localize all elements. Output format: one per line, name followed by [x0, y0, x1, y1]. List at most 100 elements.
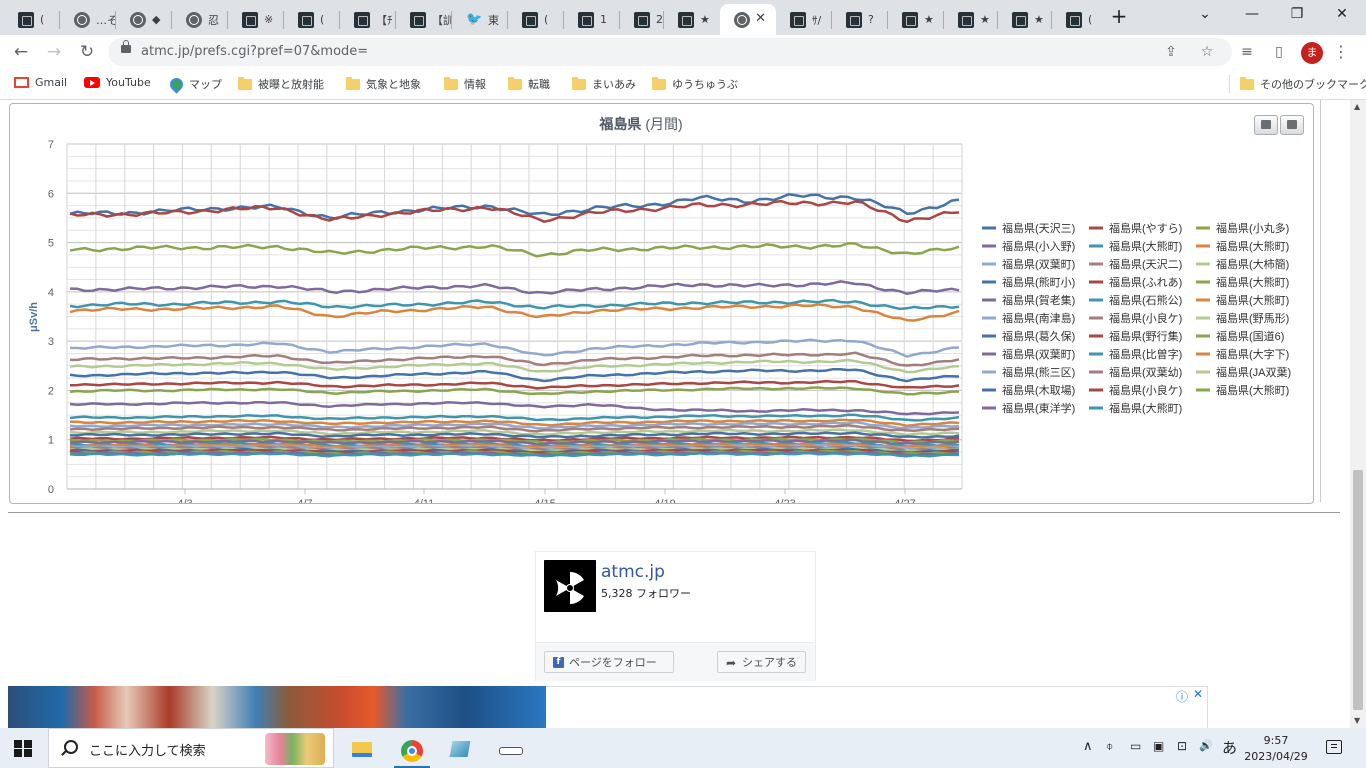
windows-start-icon[interactable]	[14, 740, 32, 757]
bookmark-item[interactable]: 被曝と放射能	[238, 76, 324, 92]
file-explorer-icon[interactable]	[340, 732, 384, 768]
vertical-scrollbar[interactable]: ▲ ▼	[1350, 100, 1366, 728]
legend-item[interactable]: 福島県(天沢三)	[982, 221, 1075, 235]
scroll-down-icon[interactable]: ▼	[1354, 716, 1360, 725]
close-window-button[interactable]: ✕	[1330, 6, 1354, 22]
media-control-icon[interactable]: ≡	[1236, 42, 1258, 62]
legend-item[interactable]: 福島県(葛久保)	[982, 329, 1075, 343]
tab[interactable]: 【ﾁ	[340, 4, 396, 35]
network-icon[interactable]: ▣	[1153, 739, 1164, 753]
new-tab-button[interactable]: +	[1107, 4, 1131, 28]
facebook-share-button[interactable]: ➦ シェアする	[717, 651, 806, 673]
legend-item[interactable]: 福島県(大熊町)	[1196, 239, 1289, 253]
legend-item[interactable]: 福島県(大熊町)	[1089, 401, 1182, 415]
series-line[interactable]	[70, 351, 960, 367]
tab[interactable]: ★	[888, 4, 944, 35]
download-chart-button[interactable]	[1280, 115, 1304, 135]
scroll-up-icon[interactable]: ▲	[1354, 102, 1360, 111]
tray-app-icon[interactable]: ⌽	[1106, 739, 1113, 754]
legend-item[interactable]: 福島県(野馬形)	[1196, 311, 1289, 325]
legend-item[interactable]: 福島県(賀老集)	[982, 293, 1075, 307]
legend-item[interactable]: 福島県(熊三区)	[982, 365, 1075, 379]
legend-item[interactable]: 福島県(大熊町)	[1089, 239, 1182, 253]
clock-time[interactable]: 9:57	[1251, 734, 1301, 747]
bookmark-item[interactable]: 情報	[444, 76, 486, 92]
advertisement-banner[interactable]	[546, 686, 1208, 728]
bookmark-item[interactable]: 転職	[508, 76, 550, 92]
chrome-icon[interactable]	[390, 732, 434, 768]
device-icon[interactable]: ⊡	[1177, 739, 1187, 753]
bookmark-item[interactable]: まいあみ	[572, 76, 636, 92]
other-bookmarks[interactable]: その他のブックマーク	[1240, 76, 1366, 92]
tab[interactable]: ?	[832, 4, 888, 35]
series-line[interactable]	[69, 193, 960, 220]
tab[interactable]: 1	[564, 4, 620, 35]
tab[interactable]: 2	[620, 4, 664, 35]
facebook-page-name[interactable]: atmc.jp	[601, 562, 665, 582]
tab[interactable]: ※	[228, 4, 284, 35]
series-line[interactable]	[69, 242, 960, 258]
legend-item[interactable]: 福島県(野行集)	[1089, 329, 1182, 343]
profile-avatar[interactable]: ま	[1301, 42, 1323, 64]
share-icon[interactable]: ⇪	[1160, 42, 1182, 62]
bookmark-item[interactable]: ゆうちゅうぶ	[652, 76, 738, 92]
legend-item[interactable]: 福島県(小良ケ)	[1089, 383, 1182, 397]
tab[interactable]: (	[1052, 4, 1106, 35]
series-line[interactable]	[69, 367, 960, 383]
legend-item[interactable]: 福島県(双葉幼)	[1089, 365, 1182, 379]
tab-close-icon[interactable]: ✕	[755, 11, 766, 26]
legend-item[interactable]: 福島県(小入野)	[982, 239, 1075, 253]
legend-item[interactable]: 福島県(熊町小)	[982, 275, 1075, 289]
url-text[interactable]: atmc.jp/prefs.cgi?pref=07&mode=	[141, 44, 368, 59]
bookmark-item[interactable]: 気象と地象	[346, 76, 421, 92]
legend-item[interactable]: 福島県(小良ケ)	[1089, 311, 1182, 325]
legend-item[interactable]: 福島県(南津島)	[982, 311, 1075, 325]
tab[interactable]: ｻ/	[776, 4, 832, 35]
print-chart-button[interactable]	[1254, 115, 1278, 135]
facebook-follow-button[interactable]: f ページをフォロー	[544, 651, 674, 673]
side-panel-icon[interactable]: ▯	[1268, 42, 1290, 62]
legend-item[interactable]: 福島県(大熊町)	[1196, 383, 1289, 397]
tab[interactable]: (	[284, 4, 340, 35]
tab[interactable]: 🐦 東	[452, 4, 508, 35]
legend-item[interactable]: 福島県(JA双葉)	[1196, 365, 1291, 379]
tab[interactable]: 忍	[172, 4, 228, 35]
ad-close-icon[interactable]: ✕	[1193, 687, 1203, 701]
notification-icon[interactable]	[1326, 740, 1342, 754]
volume-icon[interactable]: 🔊	[1199, 739, 1213, 752]
legend-item[interactable]: 福島県(双葉町)	[982, 347, 1075, 361]
tab[interactable]: 【訓	[396, 4, 452, 35]
tab[interactable]: ★	[944, 4, 998, 35]
legend-item[interactable]: 福島県(大熊町)	[1196, 275, 1289, 289]
notes-app-icon[interactable]	[438, 732, 482, 768]
legend-item[interactable]: 福島県(大熊町)	[1196, 293, 1289, 307]
battery-icon[interactable]: ▭	[1130, 739, 1141, 753]
legend-item[interactable]: 福島県(国道6)	[1196, 329, 1284, 343]
reload-button[interactable]: ↻	[75, 41, 99, 63]
minimize-button[interactable]: —	[1240, 6, 1264, 22]
forward-button[interactable]: →	[42, 41, 66, 63]
app-icon[interactable]	[488, 732, 532, 768]
legend-item[interactable]: 福島県(石熊公)	[1089, 293, 1182, 307]
bookmark-item[interactable]: マップ	[167, 74, 222, 94]
tab[interactable]: …そ	[60, 4, 116, 35]
bookmark-star-icon[interactable]: ☆	[1196, 42, 1218, 62]
legend-item[interactable]: 福島県(やすら)	[1089, 221, 1182, 235]
back-button[interactable]: ←	[9, 41, 33, 63]
legend-item[interactable]: 福島県(東洋学)	[982, 401, 1075, 415]
tray-overflow-caret[interactable]: ∧	[1083, 739, 1093, 754]
address-bar[interactable]: atmc.jp/prefs.cgi?pref=07&mode= ⇪ ☆	[108, 38, 1232, 66]
legend-item[interactable]: 福島県(比曽字)	[1089, 347, 1182, 361]
legend-item[interactable]: 福島県(大字下)	[1196, 347, 1289, 361]
restore-button[interactable]: ❐	[1285, 6, 1309, 22]
lock-icon[interactable]	[121, 40, 131, 53]
menu-icon[interactable]: ⋮	[1330, 42, 1352, 62]
tab-active[interactable]: ✕	[720, 4, 776, 35]
tab-search-button[interactable]: ⌄	[1193, 6, 1217, 22]
series-line[interactable]	[69, 400, 960, 416]
advertisement-image[interactable]	[8, 686, 546, 728]
legend-item[interactable]: 福島県(ふれあ)	[1089, 275, 1182, 289]
taskbar-search-box[interactable]: ここに入力して検索	[48, 728, 334, 768]
radiation-icon[interactable]	[544, 560, 596, 612]
legend-item[interactable]: 福島県(大柿簡)	[1196, 257, 1289, 271]
